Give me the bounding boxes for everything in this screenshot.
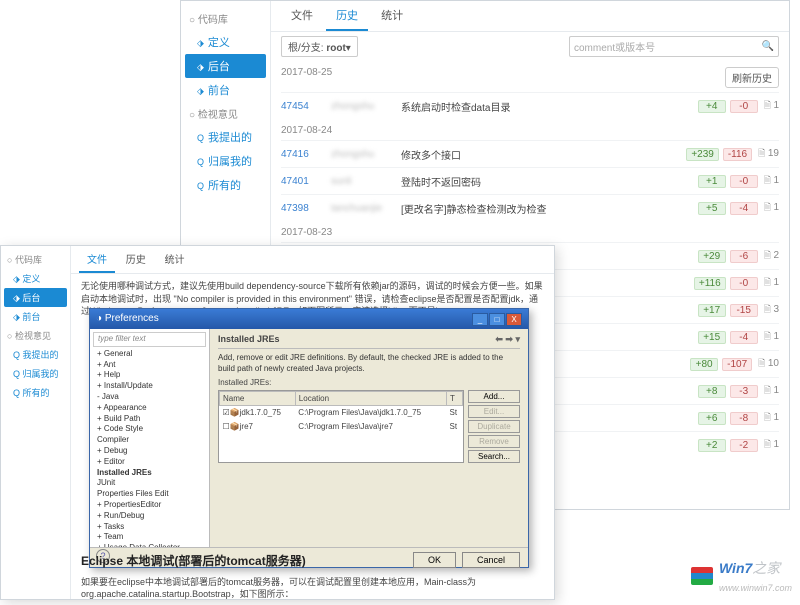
pane-title: Installed JREs (218, 333, 280, 346)
sidebar-section-repos: ○ 代码库 (181, 7, 270, 30)
sidebar-item-assigned[interactable]: Q 归属我的 (1, 364, 70, 383)
close-button[interactable]: X (506, 313, 522, 326)
commit-row[interactable]: 47401sunli登陆时不返回密码+1-01 (281, 167, 779, 194)
tab-stats[interactable]: 统计 (157, 246, 193, 271)
sidebar-item-all[interactable]: Q 所有的 (1, 383, 70, 402)
sidebar-item-backend[interactable]: ⬗ 后台 (4, 288, 67, 307)
sidebar-item-mine[interactable]: Q我提出的 (181, 125, 270, 149)
tabs: 文件 历史 统计 (271, 1, 789, 32)
sidebar-item-define[interactable]: ⬗ 定义 (1, 269, 70, 288)
branch-selector[interactable]: 根/分支: root▾ (281, 36, 358, 57)
table-row[interactable]: ☐📦jre7C:\Program Files\Java\jre7St (220, 420, 463, 433)
sidebar-item-assigned[interactable]: Q归属我的 (181, 149, 270, 173)
maximize-button[interactable]: □ (489, 313, 505, 326)
date-header: 2017-08-23 (281, 221, 779, 242)
link-icon: ⬗ (197, 62, 204, 72)
tab-files[interactable]: 文件 (79, 246, 115, 273)
sidebar-item-define[interactable]: ⬗定义 (181, 30, 270, 54)
jre-buttons: Add... Edit... Duplicate Remove Search..… (468, 390, 520, 463)
sidebar-item-frontend[interactable]: ⬗前台 (181, 78, 270, 102)
minimize-button[interactable]: _ (472, 313, 488, 326)
date-header: 2017-08-25刷新历史 (281, 61, 779, 92)
date-header: 2017-08-24 (281, 119, 779, 140)
preferences-pane: Installed JREs ⬅ ➡ ▾ Add, remove or edit … (210, 329, 528, 547)
sidebar-section-repos: ○ 代码库 (1, 250, 70, 269)
preferences-tree[interactable]: type filter text + General+ Ant+ Help+ I… (90, 329, 210, 547)
remove-button[interactable]: Remove (468, 435, 520, 448)
edit-button[interactable]: Edit... (468, 405, 520, 418)
search-icon: Q (197, 133, 204, 143)
add-button[interactable]: Add... (468, 390, 520, 403)
refresh-button[interactable]: 刷新历史 (725, 67, 779, 88)
search-icon: Q (197, 181, 204, 191)
filter-input[interactable]: type filter text (93, 332, 206, 347)
chevron-down-icon: ▾ (346, 43, 351, 54)
pane-subtitle: Installed JREs: (218, 377, 520, 388)
preferences-dialog: ◑ Preferences _ □ X type filter text + G… (89, 308, 529, 568)
commit-row[interactable]: 47398tanchuanjie[更改名字]静态检查检测改为检查+5-41 (281, 194, 779, 221)
sidebar-item-backend[interactable]: ⬗后台 (185, 54, 266, 78)
flag-icon (691, 567, 713, 585)
dialog-titlebar[interactable]: ◑ Preferences _ □ X (90, 309, 528, 329)
nav-arrows[interactable]: ⬅ ➡ ▾ (495, 333, 520, 346)
sidebar-item-frontend[interactable]: ⬗ 前台 (1, 307, 70, 326)
search-button[interactable]: Search... (468, 450, 520, 463)
pane-description: Add, remove or edit JRE definitions. By … (218, 352, 520, 374)
sidebar: ○ 代码库 ⬗ 定义 ⬗ 后台 ⬗ 前台 ○ 检视意见 Q 我提出的 Q 归属我… (1, 246, 71, 599)
toolbar: 根/分支: root▾ comment或版本号🔍 (271, 32, 789, 61)
main-panel: 文件 历史 统计 无论使用哪种调试方式，建议先使用build dependenc… (71, 246, 554, 599)
commit-row[interactable]: 47416zhongshu修改多个接口+239-11619 (281, 140, 779, 167)
search-icon: Q (197, 157, 204, 167)
doc-heading: Eclipse 本地调试(部署后的tomcat服务器) (81, 553, 544, 570)
doc-paragraph: 如果要在eclipse中本地调试部署后的tomcat服务器，可以在调试配置里创建… (81, 576, 544, 601)
tab-history[interactable]: 历史 (326, 1, 368, 31)
watermark: Win7之家www.winwin7.com (691, 558, 792, 594)
code-review-front-window: ○ 代码库 ⬗ 定义 ⬗ 后台 ⬗ 前台 ○ 检视意见 Q 我提出的 Q 归属我… (0, 245, 555, 600)
window-controls: _ □ X (472, 313, 522, 326)
sidebar-section-reviews: ○ 检视意见 (181, 102, 270, 125)
sidebar-item-all[interactable]: Q所有的 (181, 173, 270, 197)
eclipse-icon: ◑ (96, 312, 102, 326)
tabs: 文件 历史 统计 (71, 246, 554, 274)
document-view: 无论使用哪种调试方式，建议先使用build dependency-source下… (71, 274, 554, 605)
duplicate-button[interactable]: Duplicate (468, 420, 520, 433)
link-icon: ⬗ (197, 38, 204, 48)
tab-stats[interactable]: 统计 (371, 1, 413, 29)
link-icon: ⬗ (197, 86, 204, 96)
commit-row[interactable]: 47454zhongshu系统启动时检查data目录+4-01 (281, 92, 779, 119)
jre-table[interactable]: NameLocationT ☑📦jdk1.7.0_75C:\Program Fi… (218, 390, 464, 463)
tab-history[interactable]: 历史 (118, 246, 154, 271)
table-row[interactable]: ☑📦jdk1.7.0_75C:\Program Files\Java\jdk1.… (220, 406, 463, 420)
sidebar-section-reviews: ○ 检视意见 (1, 326, 70, 345)
search-icon: 🔍 (762, 41, 774, 52)
tab-files[interactable]: 文件 (281, 1, 323, 29)
tree-selected[interactable]: Installed JREs (93, 468, 206, 479)
sidebar-item-mine[interactable]: Q 我提出的 (1, 345, 70, 364)
search-input[interactable]: comment或版本号🔍 (569, 36, 779, 57)
